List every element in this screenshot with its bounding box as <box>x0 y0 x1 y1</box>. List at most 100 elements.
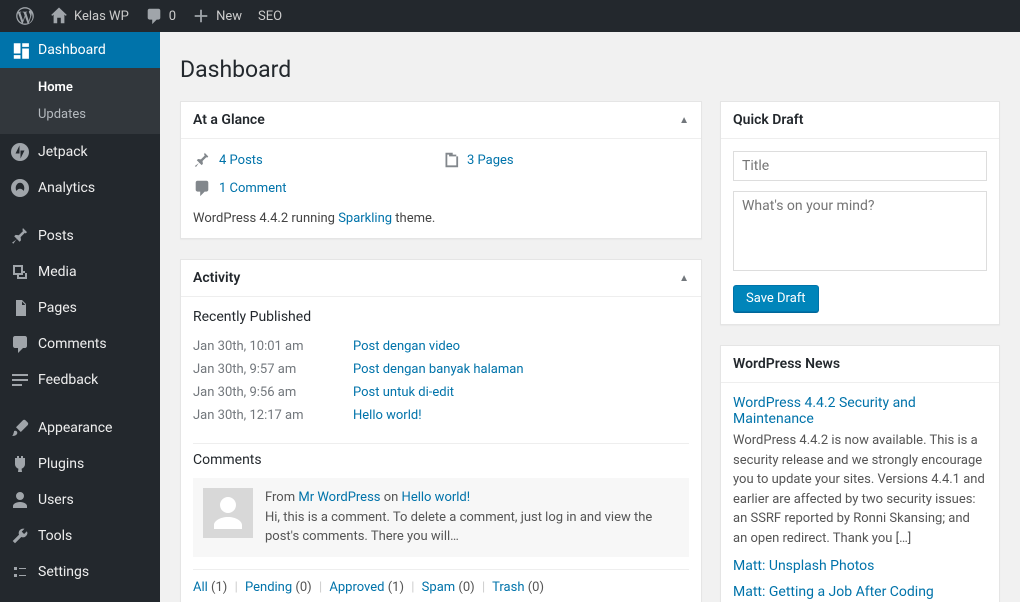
draft-content-input[interactable] <box>733 191 987 271</box>
at-a-glance-title: At a Glance <box>193 112 265 128</box>
plugin-icon <box>10 454 30 474</box>
submenu-home[interactable]: Home <box>0 74 160 101</box>
toggle-glance[interactable]: ▲ <box>679 115 689 126</box>
recently-published-title: Recently Published <box>193 309 689 325</box>
sidebar-jetpack[interactable]: Jetpack <box>0 134 160 170</box>
quick-draft-title: Quick Draft <box>733 112 803 128</box>
settings-icon <box>10 562 30 582</box>
sidebar-label: Dashboard <box>38 42 106 58</box>
feedback-icon <box>10 370 30 390</box>
sidebar-label: Settings <box>38 564 89 580</box>
comment-author-link[interactable]: Mr WordPress <box>298 490 380 505</box>
submenu-updates[interactable]: Updates <box>0 101 160 128</box>
filter-spam[interactable]: Spam <box>422 580 456 595</box>
filter-all[interactable]: All <box>193 580 208 595</box>
activity-row: Jan 30th, 12:17 amHello world! <box>193 404 689 427</box>
activity-date: Jan 30th, 10:01 am <box>193 339 353 354</box>
news-summary-1: WordPress 4.4.2 is now available. This i… <box>733 431 987 548</box>
comment-icon <box>145 7 163 25</box>
comment-body: Hi, this is a comment. To delete a comme… <box>265 508 679 547</box>
activity-row: Jan 30th, 9:57 amPost dengan banyak hala… <box>193 358 689 381</box>
sidebar-comments[interactable]: Comments <box>0 326 160 362</box>
activity-box: Activity ▲ Recently Published Jan 30th, … <box>180 259 702 602</box>
glance-version-text: WordPress 4.4.2 running Sparkling theme. <box>193 211 689 226</box>
comment-icon <box>193 179 211 197</box>
glance-posts-link[interactable]: 4 Posts <box>219 153 263 168</box>
save-draft-button[interactable]: Save Draft <box>733 285 819 312</box>
comment-post-link[interactable]: Hello world! <box>402 490 471 505</box>
tools-icon <box>10 526 30 546</box>
sidebar-dashboard-submenu: Home Updates <box>0 68 160 134</box>
sidebar-label: Pages <box>38 300 77 316</box>
theme-link[interactable]: Sparkling <box>338 211 392 226</box>
dashboard-icon <box>10 40 30 60</box>
avatar-icon <box>208 493 248 533</box>
activity-title: Activity <box>193 270 240 286</box>
sidebar-posts[interactable]: Posts <box>0 218 160 254</box>
sidebar-pages[interactable]: Pages <box>0 290 160 326</box>
comments-section-title: Comments <box>193 443 689 468</box>
comment-count: 0 <box>169 9 176 24</box>
sidebar-settings[interactable]: Settings <box>0 554 160 590</box>
filter-trash[interactable]: Trash <box>492 580 524 595</box>
plus-icon <box>192 7 210 25</box>
admin-sidebar: Dashboard Home Updates Jetpack Analytics… <box>0 32 160 602</box>
new-content-link[interactable]: New <box>184 0 250 32</box>
sidebar-analytics[interactable]: Analytics <box>0 170 160 206</box>
news-link-3[interactable]: Matt: Getting a Job After Coding Bootcam… <box>733 584 934 602</box>
comments-link[interactable]: 0 <box>137 0 184 32</box>
analytics-icon <box>10 178 30 198</box>
pages-icon <box>441 151 459 169</box>
filter-pending[interactable]: Pending <box>245 580 292 595</box>
sidebar-label: Media <box>38 264 77 280</box>
filter-approved[interactable]: Approved <box>329 580 384 595</box>
glance-pages-link[interactable]: 3 Pages <box>467 153 514 168</box>
activity-date: Jan 30th, 9:57 am <box>193 362 353 377</box>
site-name-text: Kelas WP <box>74 9 129 24</box>
sidebar-media[interactable]: Media <box>0 254 160 290</box>
sidebar-label: Analytics <box>38 180 95 196</box>
sidebar-appearance[interactable]: Appearance <box>0 410 160 446</box>
quick-draft-box: Quick Draft Save Draft <box>720 101 1000 325</box>
news-link-1[interactable]: WordPress 4.4.2 Security and Maintenance <box>733 395 916 427</box>
sidebar-dashboard[interactable]: Dashboard <box>0 32 160 68</box>
news-link-2[interactable]: Matt: Unsplash Photos <box>733 558 874 574</box>
activity-post-link[interactable]: Post untuk di-edit <box>353 385 454 400</box>
jetpack-icon <box>10 142 30 162</box>
activity-row: Jan 30th, 10:01 amPost dengan video <box>193 335 689 358</box>
toggle-activity[interactable]: ▲ <box>679 273 689 284</box>
wordpress-news-box: WordPress News WordPress 4.4.2 Security … <box>720 345 1000 602</box>
sidebar-label: Comments <box>38 336 107 352</box>
comment-item: From Mr WordPress on Hello world! Hi, th… <box>193 478 689 557</box>
wp-logo[interactable] <box>8 0 42 32</box>
sidebar-feedback[interactable]: Feedback <box>0 362 160 398</box>
glance-comments-link[interactable]: 1 Comment <box>219 181 287 196</box>
news-title: WordPress News <box>733 356 840 372</box>
brush-icon <box>10 418 30 438</box>
activity-post-link[interactable]: Hello world! <box>353 408 422 423</box>
activity-post-link[interactable]: Post dengan video <box>353 339 460 354</box>
sidebar-users[interactable]: Users <box>0 482 160 518</box>
site-name-link[interactable]: Kelas WP <box>42 0 137 32</box>
sidebar-label: Feedback <box>38 372 98 388</box>
sidebar-label: Posts <box>38 228 74 244</box>
sidebar-plugins[interactable]: Plugins <box>0 446 160 482</box>
pin-icon <box>193 151 211 169</box>
page-icon <box>10 298 30 318</box>
pin-icon <box>10 226 30 246</box>
admin-bar: Kelas WP 0 New SEO <box>0 0 1020 32</box>
wordpress-icon <box>16 7 34 25</box>
sidebar-label: Tools <box>38 528 72 544</box>
activity-date: Jan 30th, 12:17 am <box>193 408 353 423</box>
activity-post-link[interactable]: Post dengan banyak halaman <box>353 362 524 377</box>
sidebar-label: Jetpack <box>38 144 88 160</box>
sidebar-tools[interactable]: Tools <box>0 518 160 554</box>
user-icon <box>10 490 30 510</box>
seo-link[interactable]: SEO <box>250 0 290 32</box>
sidebar-label: Appearance <box>38 420 112 436</box>
seo-label: SEO <box>258 9 282 24</box>
at-a-glance-box: At a Glance ▲ 4 Posts 3 Pages <box>180 101 702 239</box>
draft-title-input[interactable] <box>733 151 987 181</box>
activity-row: Jan 30th, 9:56 amPost untuk di-edit <box>193 381 689 404</box>
comment-filters: All (1) | Pending (0) | Approved (1) | S… <box>193 569 689 595</box>
